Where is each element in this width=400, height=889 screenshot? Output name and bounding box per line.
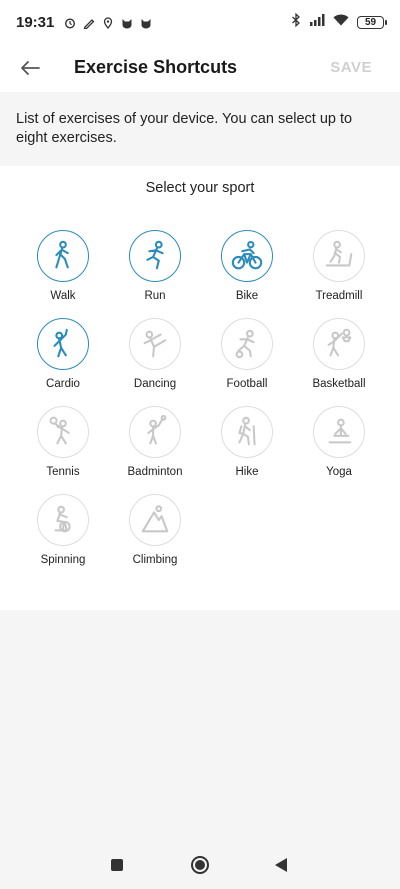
sport-circle xyxy=(313,406,365,458)
sport-item-cardio[interactable]: Cardio xyxy=(17,318,109,391)
sport-item-tennis[interactable]: Tennis xyxy=(17,406,109,479)
save-button[interactable]: SAVE xyxy=(330,59,372,76)
sport-item-walk[interactable]: Walk xyxy=(17,230,109,303)
sport-item-bike[interactable]: Bike xyxy=(201,230,293,303)
sport-label: Badminton xyxy=(127,466,183,478)
sport-label: Dancing xyxy=(133,378,177,390)
sport-heading: Select your sport xyxy=(145,180,255,196)
recent-apps-button[interactable] xyxy=(111,859,123,871)
sport-circle xyxy=(221,230,273,282)
sport-item-climbing[interactable]: Climbing xyxy=(109,494,201,567)
climbing-icon xyxy=(141,505,169,533)
run-icon xyxy=(146,240,164,270)
sport-label: Football xyxy=(226,378,268,390)
sport-item-basketball[interactable]: Basketball xyxy=(293,318,385,391)
back-button[interactable] xyxy=(16,54,44,82)
sport-label: Cardio xyxy=(46,378,80,390)
home-button[interactable] xyxy=(191,856,209,874)
sport-circle xyxy=(221,318,273,370)
notification-icons xyxy=(64,16,152,30)
dancing-icon xyxy=(143,330,167,358)
arrow-left-icon xyxy=(21,61,40,75)
hike-icon xyxy=(238,416,256,446)
sport-item-run[interactable]: Run xyxy=(109,230,201,303)
sport-label: Tennis xyxy=(46,466,80,478)
sport-item-badminton[interactable]: Badminton xyxy=(109,406,201,479)
sport-item-dancing[interactable]: Dancing xyxy=(109,318,201,391)
walk-icon xyxy=(55,240,69,269)
sport-item-spinning[interactable]: Spinning xyxy=(17,494,109,567)
status-time: 19:31 xyxy=(16,13,55,31)
badminton-icon xyxy=(147,415,167,445)
sport-circle xyxy=(37,494,89,546)
sport-label: Basketball xyxy=(312,378,366,390)
edit-icon xyxy=(83,16,95,30)
sport-label: Bike xyxy=(235,290,259,302)
navigation-bar xyxy=(0,836,400,889)
sport-circle xyxy=(37,318,89,370)
sport-circle xyxy=(129,318,181,370)
basketball-icon xyxy=(327,328,352,357)
yoga-icon xyxy=(328,418,352,444)
signal-icon xyxy=(309,13,325,31)
sport-label: Run xyxy=(144,290,166,302)
sport-circle xyxy=(129,406,181,458)
bike-icon xyxy=(231,240,263,270)
treadmill-icon xyxy=(325,240,353,267)
sport-label: Treadmill xyxy=(315,290,363,302)
tennis-icon xyxy=(49,416,70,445)
cat-icon xyxy=(121,16,133,29)
sport-panel: Select your sport Walk Run Bike Treadmill Ca… xyxy=(0,166,400,610)
sport-circle xyxy=(313,318,365,370)
wifi-icon xyxy=(333,13,349,31)
sport-item-yoga[interactable]: Yoga xyxy=(293,406,385,479)
description-text: List of exercises of your device. You ca… xyxy=(0,96,400,164)
sport-circle xyxy=(37,230,89,282)
alarm-icon xyxy=(64,16,76,29)
sport-item-treadmill[interactable]: Treadmill xyxy=(293,230,385,303)
sport-circle xyxy=(129,230,181,282)
sport-circle xyxy=(129,494,181,546)
bluetooth-icon xyxy=(291,12,301,32)
page-title: Exercise Shortcuts xyxy=(74,57,238,77)
status-bar: 19:31 59 xyxy=(0,0,400,44)
sport-label: Spinning xyxy=(40,554,86,566)
sport-item-football[interactable]: Football xyxy=(201,318,293,391)
sport-label: Walk xyxy=(50,290,76,302)
battery-indicator: 59 xyxy=(357,15,387,29)
sport-circle xyxy=(37,406,89,458)
cat-icon-2 xyxy=(140,16,152,29)
location-icon xyxy=(102,16,114,29)
system-status-icons: 59 xyxy=(291,12,387,32)
sport-circle xyxy=(313,230,365,282)
sport-label: Hike xyxy=(235,466,259,478)
sport-item-hike[interactable]: Hike xyxy=(201,406,293,479)
sport-grid: Walk Run Bike Treadmill Cardio Dancing Footbal… xyxy=(17,230,385,567)
football-icon xyxy=(235,329,255,359)
sport-label: Yoga xyxy=(326,466,352,478)
cardio-icon xyxy=(53,328,68,358)
sport-label: Climbing xyxy=(132,554,178,566)
spinning-icon xyxy=(54,505,71,533)
app-bar: Exercise Shortcuts SAVE xyxy=(0,44,400,92)
sport-circle xyxy=(221,406,273,458)
system-back-button[interactable] xyxy=(275,858,287,872)
